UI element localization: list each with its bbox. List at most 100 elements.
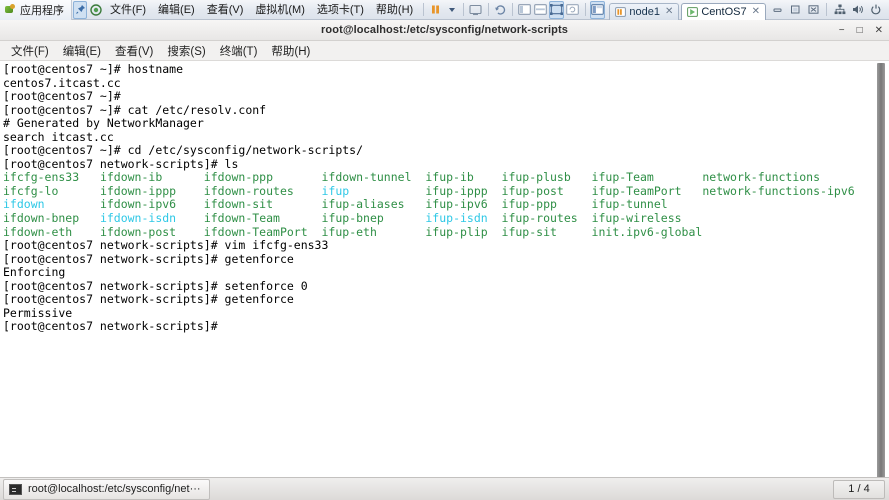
toolbar-divider-5: [584, 3, 586, 16]
workspace-label: 1 / 4: [848, 483, 870, 495]
terminal-line: Enforcing: [3, 265, 866, 280]
power-icon[interactable]: [867, 2, 885, 18]
terminal-text: ifcfg-ens33: [3, 170, 100, 185]
vm-tab-node1[interactable]: node1 ✕: [609, 2, 680, 20]
menu-view[interactable]: 查看(V): [201, 1, 250, 19]
terminal-text: ifdown-sit: [203, 197, 322, 212]
terminal-line: Permissive: [3, 305, 866, 321]
terminal-text: [root@centos7 ~]#: [3, 89, 121, 104]
terminal-text: ifdown-Team: [203, 211, 322, 226]
terminal-text: ifup-isdn: [425, 211, 488, 226]
terminal-line: centos7.itcast.cc: [3, 76, 866, 91]
terminal-text: [root@centos7 network-scripts]#: [3, 319, 218, 334]
menu-file[interactable]: 文件(F): [104, 1, 152, 19]
terminal-menu-search[interactable]: 搜索(S): [160, 41, 212, 61]
library-icon[interactable]: [590, 0, 606, 19]
terminal-body[interactable]: [root@centos7 ~]# hostname centos7.itcast…: [0, 61, 889, 477]
taskbar-window-button[interactable]: root@localhost:/etc/sysconfig/net···: [3, 478, 210, 500]
terminal-text: ifup-plusb: [501, 170, 592, 185]
vmware-close-icon[interactable]: [804, 2, 822, 18]
terminal-text: ifup-eth: [321, 224, 426, 239]
toolbar-divider-3: [487, 3, 489, 16]
menu-tabs[interactable]: 选项卡(T): [311, 1, 370, 19]
toolbar-divider: [423, 3, 424, 16]
vm-tab-node1-close-icon[interactable]: ✕: [665, 6, 673, 17]
send-ctrl-alt-del-icon[interactable]: [469, 1, 483, 19]
terminal-text: ifup-bnep: [321, 211, 426, 226]
menu-vm[interactable]: 虚拟机(M): [249, 1, 311, 19]
terminal-titlebar[interactable]: root@localhost:/etc/sysconfig/network-sc…: [0, 20, 889, 41]
terminal-text: ifdown-ippp: [99, 183, 204, 198]
applications-menu[interactable]: 应用程序: [0, 0, 72, 20]
terminal-line: [root@centos7 network-scripts]# ls: [3, 157, 866, 172]
terminal-text: ifup-ib: [425, 170, 502, 185]
terminal-output[interactable]: [root@centos7 ~]# hostname centos7.itcast…: [0, 61, 866, 477]
terminal-text: ifup: [321, 183, 350, 198]
terminal-title: root@localhost:/etc/sysconfig/network-sc…: [321, 24, 568, 36]
terminal-scrollbar-thumb[interactable]: [877, 63, 885, 477]
terminal-text: ifcfg-lo: [3, 183, 100, 198]
terminal-maximize-button[interactable]: □: [857, 25, 863, 36]
terminal-text: ifup-post: [501, 183, 592, 198]
pause-icon[interactable]: [429, 1, 443, 19]
terminal-line: ifdown-bnep ifdown-isdn ifdown-Team ifup…: [3, 211, 866, 226]
terminal-text: network-functions-ipv6: [702, 183, 855, 198]
terminal-line: search itcast.cc: [3, 129, 866, 145]
terminal-menu-terminal[interactable]: 终端(T): [213, 41, 265, 61]
terminal-scrollbar[interactable]: [875, 61, 887, 477]
terminal-menu-view[interactable]: 查看(V): [108, 41, 160, 61]
vmware-restore-icon[interactable]: [786, 2, 804, 18]
terminal-window-controls: − □ ✕: [839, 20, 883, 41]
terminal-text: ifdown-TeamPort: [203, 224, 322, 239]
terminal-close-button[interactable]: ✕: [875, 25, 883, 36]
terminal-text: # Generated by NetworkManager: [3, 116, 204, 131]
revert-snapshot-icon[interactable]: [493, 1, 507, 19]
terminal-text: ifup-ppp: [501, 197, 592, 212]
terminal-text: network-functions: [702, 170, 821, 185]
taskbar: root@localhost:/etc/sysconfig/net··· 1 /…: [0, 477, 889, 500]
terminal-text: [root@centos7 ~]# cat /etc/resolv.conf: [3, 102, 267, 117]
vmware-window-controls: [768, 2, 889, 18]
snapshot-icon[interactable]: [89, 1, 103, 19]
terminal-line: ifcfg-lo ifdown-ippp ifdown-routes ifup …: [3, 183, 866, 199]
network-icon[interactable]: [831, 2, 849, 18]
terminal-menu-edit[interactable]: 编辑(E): [56, 41, 108, 61]
terminal-text: [root@centos7 network-scripts]# getenfor…: [3, 251, 294, 266]
terminal-text: search itcast.cc: [3, 129, 114, 144]
fullscreen-icon[interactable]: [548, 0, 564, 19]
terminal-text: Permissive: [3, 305, 73, 320]
vm-tab-centos7[interactable]: CentOS7 ✕: [681, 2, 766, 20]
menu-help[interactable]: 帮助(H): [370, 1, 419, 19]
terminal-text: ifup-TeamPort: [591, 183, 703, 198]
terminal-line: [root@centos7 ~]# cd /etc/sysconfig/netw…: [3, 144, 866, 158]
unity-view-icon[interactable]: [533, 1, 547, 19]
toolbar-divider-2: [463, 3, 464, 16]
vm-powered-icon: [615, 6, 627, 17]
dropdown-caret-icon[interactable]: [445, 1, 459, 19]
pin-icon[interactable]: [73, 0, 88, 19]
split-view-icon[interactable]: [518, 1, 532, 19]
taskbar-window-label: root@localhost:/etc/sysconfig/net···: [28, 483, 201, 495]
terminal-text: ifdown-ipv6: [99, 197, 204, 212]
terminal-minimize-button[interactable]: −: [839, 25, 845, 36]
terminal-text: ifup-ippp: [425, 183, 502, 198]
terminal-text: ifdown: [3, 197, 45, 212]
terminal-line: [root@centos7 ~]# hostname: [3, 62, 866, 77]
workspace-indicator[interactable]: 1 / 4: [833, 479, 885, 499]
applications-label: 应用程序: [20, 4, 64, 17]
terminal-icon: [9, 483, 22, 495]
menu-edit[interactable]: 编辑(E): [152, 1, 201, 19]
terminal-line: [root@centos7 network-scripts]# getenfor…: [3, 251, 866, 267]
vm-tab-centos7-close-icon[interactable]: ✕: [752, 6, 760, 17]
terminal-menu-file[interactable]: 文件(F): [4, 41, 56, 61]
terminal-menu-help[interactable]: 帮助(H): [264, 41, 317, 61]
volume-icon[interactable]: [849, 2, 867, 18]
vmware-minimize-icon[interactable]: [768, 2, 786, 18]
terminal-text: Enforcing: [3, 265, 66, 280]
terminal-line: [root@centos7 network-scripts]# vim ifcf…: [3, 238, 866, 253]
terminal-text: ifup-plip: [425, 224, 502, 239]
refresh-icon[interactable]: [566, 1, 580, 19]
terminal-line: [root@centos7 network-scripts]#: [3, 320, 866, 334]
